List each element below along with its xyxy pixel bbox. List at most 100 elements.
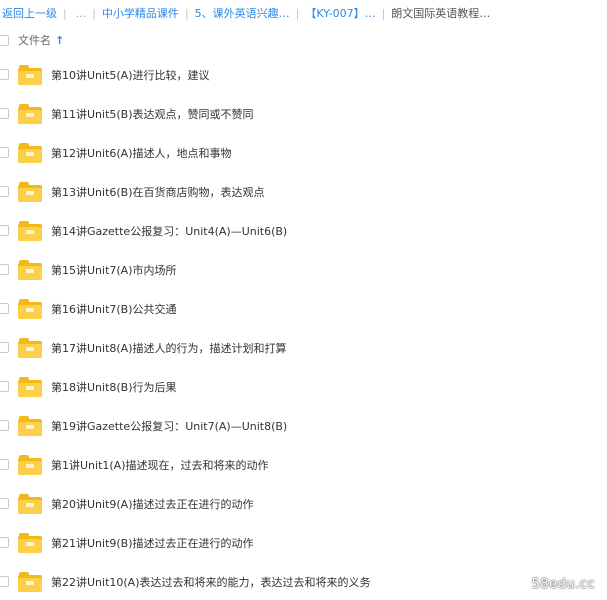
row-checkbox[interactable] [0, 342, 9, 353]
file-row[interactable]: 第16讲Unit7(B)公共交通 [0, 289, 607, 328]
folder-icon-part [26, 73, 34, 78]
file-name-link[interactable]: 第12讲Unit6(A)描述人，地点和事物 [51, 145, 232, 161]
file-name-link[interactable]: 第20讲Unit9(A)描述过去正在进行的动作 [51, 496, 254, 512]
file-name-link[interactable]: 第21讲Unit9(B)描述过去正在进行的动作 [51, 535, 254, 551]
breadcrumb-separator: | [381, 6, 386, 20]
file-browser: 返回上一级 | ... | 中小学精品课件 | 5、课外英语兴趣… | 【KY-… [0, 0, 607, 600]
folder-icon-part [26, 385, 34, 390]
folder-icon-part [18, 187, 42, 202]
file-row[interactable]: 第19讲Gazette公报复习：Unit7(A)—Unit8(B) [0, 406, 607, 445]
file-name-link[interactable]: 第22讲Unit10(A)表达过去和将来的能力，表达过去和将来的义务 [51, 574, 371, 590]
row-checkbox[interactable] [0, 108, 9, 119]
folder-icon-part [18, 499, 42, 514]
breadcrumb-separator: | [295, 6, 300, 20]
folder-icon-part [26, 190, 34, 195]
file-row[interactable]: 第1讲Unit1(A)描述现在，过去和将来的动作 [0, 445, 607, 484]
row-checkbox[interactable] [0, 186, 9, 197]
folder-icon-part [26, 541, 34, 546]
row-checkbox[interactable] [0, 264, 9, 275]
file-row[interactable]: 第10讲Unit5(A)进行比较，建议 [0, 55, 607, 94]
file-row[interactable]: 第15讲Unit7(A)市内场所 [0, 250, 607, 289]
file-name-link[interactable]: 第19讲Gazette公报复习：Unit7(A)—Unit8(B) [51, 418, 287, 434]
breadcrumb-item-courseware[interactable]: 中小学精品课件 [102, 5, 179, 21]
row-checkbox[interactable] [0, 225, 9, 236]
breadcrumb-separator: | [92, 6, 96, 20]
row-checkbox[interactable] [0, 69, 9, 80]
folder-icon [18, 415, 42, 436]
folder-icon-part [18, 265, 42, 280]
breadcrumb-item-ky007[interactable]: 【KY-007】… [305, 5, 375, 21]
breadcrumb-separator: | [63, 6, 67, 20]
folder-icon-part [26, 424, 34, 429]
folder-icon-part [26, 307, 34, 312]
folder-icon-part [26, 112, 34, 117]
row-checkbox[interactable] [0, 303, 9, 314]
folder-icon-part [26, 463, 34, 468]
folder-icon-part [18, 538, 42, 553]
folder-icon-part [18, 70, 42, 85]
folder-icon [18, 571, 42, 592]
file-name-link[interactable]: 第16讲Unit7(B)公共交通 [51, 301, 177, 317]
file-name-link[interactable]: 第14讲Gazette公报复习：Unit4(A)—Unit6(B) [51, 223, 287, 239]
file-row[interactable]: 第20讲Unit9(A)描述过去正在进行的动作 [0, 484, 607, 523]
file-row[interactable]: 第11讲Unit5(B)表达观点，赞同或不赞同 [0, 94, 607, 133]
sort-arrow-up-icon[interactable]: ↑ [55, 34, 64, 47]
file-name-link[interactable]: 第13讲Unit6(B)在百货商店购物，表达观点 [51, 184, 265, 200]
folder-icon-part [18, 577, 42, 592]
row-checkbox[interactable] [0, 147, 9, 158]
folder-icon-part [26, 229, 34, 234]
breadcrumb-item-current: 朗文国际英语教程… [391, 7, 491, 20]
file-name-link[interactable]: 第17讲Unit8(A)描述人的行为，描述计划和打算 [51, 340, 287, 356]
row-checkbox[interactable] [0, 498, 9, 509]
folder-icon [18, 64, 42, 85]
folder-icon [18, 454, 42, 475]
breadcrumb-item-english-interest[interactable]: 5、课外英语兴趣… [195, 5, 290, 21]
file-name-link[interactable]: 第15讲Unit7(A)市内场所 [51, 262, 177, 278]
row-checkbox[interactable] [0, 420, 9, 431]
folder-icon-part [18, 304, 42, 319]
file-row[interactable]: 第12讲Unit6(A)描述人，地点和事物 [0, 133, 607, 172]
folder-icon [18, 298, 42, 319]
breadcrumb: 返回上一级 | ... | 中小学精品课件 | 5、课外英语兴趣… | 【KY-… [0, 0, 607, 26]
file-name-link[interactable]: 第1讲Unit1(A)描述现在，过去和将来的动作 [51, 457, 269, 473]
folder-icon-part [26, 502, 34, 507]
select-all-checkbox[interactable] [0, 34, 9, 46]
folder-icon-part [26, 268, 34, 273]
row-checkbox[interactable] [0, 537, 9, 548]
folder-icon [18, 493, 42, 514]
folder-icon [18, 103, 42, 124]
file-row[interactable]: 第17讲Unit8(A)描述人的行为，描述计划和打算 [0, 328, 607, 367]
watermark: 58edu.cc [531, 577, 595, 592]
filename-column-header[interactable]: 文件名 [18, 32, 51, 48]
folder-icon-part [26, 151, 34, 156]
row-checkbox[interactable] [0, 381, 9, 392]
folder-icon [18, 259, 42, 280]
file-row[interactable]: 第21讲Unit9(B)描述过去正在进行的动作 [0, 523, 607, 562]
file-name-link[interactable]: 第18讲Unit8(B)行为后果 [51, 379, 177, 395]
folder-icon-part [26, 346, 34, 351]
folder-icon-part [18, 382, 42, 397]
file-row[interactable]: 第22讲Unit10(A)表达过去和将来的能力，表达过去和将来的义务 [0, 562, 607, 600]
folder-icon-part [18, 109, 42, 124]
file-row[interactable]: 第13讲Unit6(B)在百货商店购物，表达观点 [0, 172, 607, 211]
file-list: 第10讲Unit5(A)进行比较，建议第11讲Unit5(B)表达观点，赞同或不… [0, 55, 607, 600]
file-row[interactable]: 第18讲Unit8(B)行为后果 [0, 367, 607, 406]
breadcrumb-separator: | [184, 6, 189, 20]
folder-icon-part [18, 148, 42, 163]
folder-icon-part [26, 580, 34, 585]
file-list-header: 文件名 ↑ [0, 30, 607, 50]
folder-icon [18, 220, 42, 241]
folder-icon [18, 142, 42, 163]
row-checkbox[interactable] [0, 459, 9, 470]
folder-icon [18, 376, 42, 397]
folder-icon [18, 337, 42, 358]
breadcrumb-back-link[interactable]: 返回上一级 [2, 5, 57, 21]
file-name-link[interactable]: 第11讲Unit5(B)表达观点，赞同或不赞同 [51, 106, 254, 122]
folder-icon-part [18, 226, 42, 241]
file-row[interactable]: 第14讲Gazette公报复习：Unit4(A)—Unit6(B) [0, 211, 607, 250]
breadcrumb-ellipsis[interactable]: ... [76, 7, 87, 20]
file-name-link[interactable]: 第10讲Unit5(A)进行比较，建议 [51, 67, 210, 83]
row-checkbox[interactable] [0, 576, 9, 587]
folder-icon [18, 181, 42, 202]
folder-icon-part [18, 343, 42, 358]
